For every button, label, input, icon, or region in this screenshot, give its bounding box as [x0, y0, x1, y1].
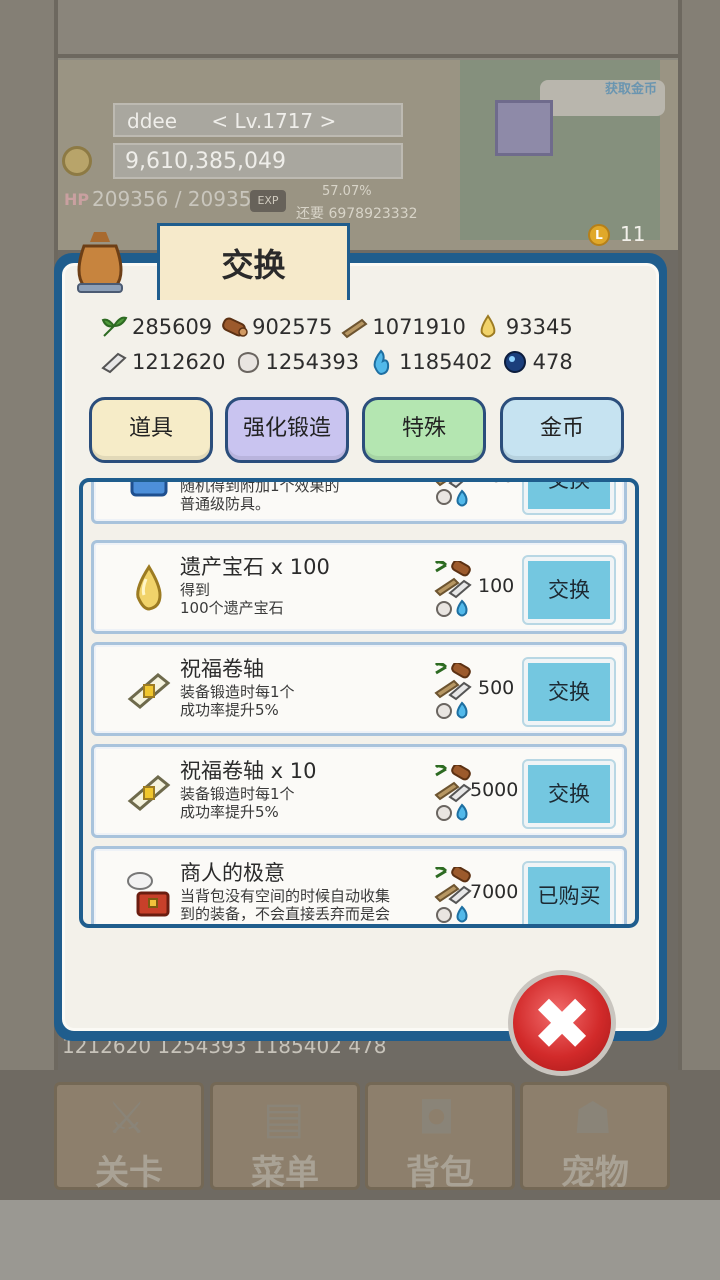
exchange-button[interactable]: 交换	[522, 482, 616, 515]
stone-icon	[237, 351, 259, 374]
resource-stone: 1254393	[234, 349, 360, 375]
tab-menu[interactable]: ▤ 菜单	[210, 1082, 360, 1193]
exp-label: EXP	[250, 190, 286, 212]
resource-leaf-value: 285609	[132, 315, 213, 339]
tab-menu-label: 菜单	[251, 1153, 319, 1193]
resource-plank-value: 1071910	[372, 315, 466, 339]
item-name: 商人的极意	[180, 861, 285, 885]
tab-stage-label: 关卡	[95, 1153, 163, 1193]
exp-remaining: 还要 6978923332	[296, 206, 418, 222]
close-icon: ✖	[531, 982, 593, 1066]
resource-yellow-gem: 93345	[474, 314, 573, 340]
pet-dragon-icon: ☗	[573, 1093, 613, 1144]
resource-orb: 478	[501, 349, 573, 375]
get-gold-button[interactable]: 获取金币	[540, 80, 665, 116]
blessing-scroll-icon	[127, 673, 171, 709]
item-name: 祝福卷轴	[180, 657, 264, 681]
player-level: < Lv.1717 >	[211, 109, 337, 133]
player-gold: 9,610,385,049	[113, 143, 403, 179]
item-description: 得到 100个遗产宝石	[180, 581, 284, 617]
cost-resources-icon	[434, 663, 472, 719]
modal-title: 交换	[221, 246, 286, 284]
merchant-chest-icon	[127, 872, 170, 917]
resources-row-2: 1212620 1254393 1185402 478	[100, 347, 581, 377]
category-forge-button[interactable]: 强化锻造	[225, 397, 349, 463]
resources-row-1: 285609 902575 1071910 93345	[100, 312, 581, 342]
category-special-button[interactable]: 特殊	[362, 397, 486, 463]
item-cost: 5000	[470, 779, 519, 801]
tab-stage[interactable]: ⚔ 关卡	[54, 1082, 204, 1193]
item-cost: 500	[478, 677, 515, 699]
player-name-bar: ddee < Lv.1717 >	[113, 103, 403, 137]
hp-label: HP	[64, 190, 90, 209]
item-description: 当背包没有空间的时候自动收集 到的装备，不会直接丢弃而是会 以半价自动出售。[永…	[180, 887, 391, 924]
category-items-button[interactable]: 道具	[89, 397, 213, 463]
yellow-gem-icon	[480, 314, 496, 338]
armor-box-icon	[130, 482, 168, 497]
resource-flame: 1185402	[367, 349, 493, 375]
resource-plank: 1071910	[340, 314, 466, 340]
tab-bag-label: 背包	[406, 1153, 474, 1193]
resource-orb-value: 478	[532, 350, 573, 374]
crossed-swords-icon: ⚔	[107, 1093, 147, 1144]
blue-flame-icon	[373, 349, 390, 375]
coin-badge-icon: L	[588, 224, 610, 246]
exchange-button[interactable]: 交换	[522, 657, 616, 727]
player-name: ddee	[127, 109, 177, 133]
coin-count: 11	[620, 222, 646, 246]
exchange-button[interactable]: 交换	[522, 555, 616, 625]
exp-percent: 57.07%	[322, 184, 372, 199]
item-description: 装备锻造时每1个 成功率提升5%	[180, 785, 295, 821]
purchased-button[interactable]: 已购买	[522, 861, 616, 924]
footer-strip	[0, 1200, 720, 1280]
legacy-gem-icon	[136, 564, 162, 611]
resource-iron: 1212620	[100, 349, 226, 375]
tab-pet[interactable]: ☗ 宠物	[520, 1082, 670, 1193]
list-item-merchant-mastery: 商人的极意 当背包没有空间的时候自动收集 到的装备，不会直接丢弃而是会 以半价自…	[91, 846, 627, 924]
wood-plank-icon	[341, 318, 368, 339]
leaf-icon	[101, 316, 128, 337]
resource-leaf: 285609	[100, 314, 212, 340]
money-bag-icon	[77, 232, 123, 293]
log-icon	[222, 317, 248, 337]
tab-pet-label: 宠物	[561, 1153, 629, 1193]
item-cost: 7000	[470, 881, 519, 903]
item-name: 遗产宝石 x 100	[180, 555, 330, 579]
cost-resources-icon	[434, 561, 472, 617]
resource-log: 902575	[220, 314, 332, 340]
list-item-blessing-scroll-x10: 祝福卷轴 x 10 装备锻造时每1个 成功率提升5% 5000 交换	[91, 744, 627, 838]
modal-title-tab: 交换	[157, 223, 350, 300]
blue-orb-icon	[503, 351, 526, 373]
hp-value: 209356 / 20935	[92, 187, 252, 211]
category-gold-button[interactable]: 金币	[500, 397, 624, 463]
gift-box-icon[interactable]	[495, 100, 553, 156]
gold-coin-icon	[62, 146, 92, 176]
exchange-item-list[interactable]: 随机得到附加1个效果的 普通级防具。 100 交换 遗产宝石 x 100 得到 …	[79, 478, 639, 928]
resource-log-value: 902575	[252, 315, 333, 339]
close-button[interactable]: ✖	[508, 970, 616, 1076]
blessing-scroll-icon	[127, 775, 171, 811]
book-icon: ▤	[263, 1093, 305, 1144]
exchange-button[interactable]: 交换	[522, 759, 616, 829]
list-item-legacy-gem: 遗产宝石 x 100 得到 100个遗产宝石 100 交换	[91, 540, 627, 634]
item-cost: 100	[478, 575, 515, 597]
iron-bar-icon	[101, 352, 127, 374]
item-cost: 100	[478, 482, 514, 487]
tab-bag[interactable]: ◘ 背包	[365, 1082, 515, 1193]
item-description: 装备锻造时每1个 成功率提升5%	[180, 683, 295, 719]
item-description: 随机得到附加1个效果的 普通级防具。	[180, 478, 340, 513]
cost-resources-icon	[435, 482, 468, 507]
list-item-blessing-scroll: 祝福卷轴 装备锻造时每1个 成功率提升5% 500 交换	[91, 642, 627, 736]
list-item-armor: 随机得到附加1个效果的 普通级防具。 100 交换	[91, 478, 627, 524]
resource-stone-value: 1254393	[265, 350, 360, 374]
resource-flame-value: 1185402	[399, 350, 493, 374]
resource-yellow-gem-value: 93345	[505, 315, 573, 339]
item-name: 祝福卷轴 x 10	[180, 759, 317, 783]
resource-iron-value: 1212620	[132, 350, 226, 374]
background-frame-top	[0, 0, 720, 58]
backpack-icon: ◘	[418, 1093, 455, 1144]
